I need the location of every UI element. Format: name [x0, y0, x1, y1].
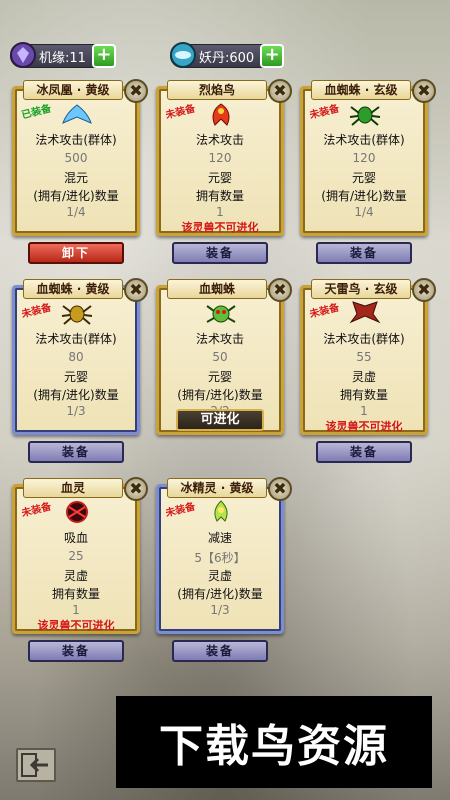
pet-name: 烈焰鸟: [167, 80, 267, 100]
equip-button[interactable]: 装备: [172, 640, 268, 662]
fire-bird-icon: [203, 101, 239, 127]
realm: 灵虚: [63, 569, 88, 583]
close-icon[interactable]: ✖: [268, 79, 292, 103]
realm: 混元: [63, 171, 88, 185]
skill-type: 法术攻击: [195, 133, 244, 147]
equip-button[interactable]: 装备: [28, 441, 124, 463]
close-icon[interactable]: ✖: [412, 79, 436, 103]
pet-name: 血蜘蛛: [167, 279, 267, 299]
pet-card[interactable]: 天雷鸟 · 玄级 ✖ 未装备法术攻击(群体) 55 灵虚拥有数量 1 该灵兽不可进化: [300, 278, 436, 435]
skill-type: 法术攻击(群体): [35, 133, 117, 147]
luck-counter: 机缘:11 +: [9, 41, 116, 69]
pet-name: 天雷鸟 · 玄级: [311, 279, 411, 299]
skill-type: 吸血: [63, 531, 88, 545]
count-label: (拥有/进化)数量: [321, 189, 407, 203]
demon-pill-label: 妖丹:600: [199, 50, 255, 66]
pet-name: 血蜘蛛 · 黄级: [23, 279, 123, 299]
count-label: (拥有/进化)数量: [33, 189, 119, 203]
realm: 元婴: [351, 171, 376, 185]
blood-spirit-icon: [59, 499, 95, 525]
count-label: (拥有/进化)数量: [177, 587, 263, 601]
realm: 灵虚: [351, 370, 376, 384]
close-icon[interactable]: ✖: [412, 278, 436, 302]
skill-type: 减速: [207, 531, 232, 545]
count-value: 1/4: [66, 205, 86, 219]
count-value: 1: [72, 603, 80, 617]
equip-status-stamp: 未装备: [164, 501, 197, 520]
pet-card[interactable]: 冰凤凰 · 黄级 ✖ 已装备法术攻击(群体) 500 混元 (拥有/进化)数量 1/4: [12, 79, 148, 236]
equip-button[interactable]: 装备: [28, 640, 124, 662]
count-label: 拥有数量: [339, 388, 388, 402]
equip-status-stamp: 未装备: [20, 302, 53, 321]
count-label: 拥有数量: [195, 189, 244, 203]
equip-status-stamp: 已装备: [20, 103, 53, 122]
skill-value: 5【6秒】: [194, 551, 246, 565]
close-icon[interactable]: ✖: [268, 477, 292, 501]
close-icon[interactable]: ✖: [124, 477, 148, 501]
evolve-warning: 该灵兽不可进化: [181, 221, 259, 234]
evolve-warning: 该灵兽不可进化: [325, 420, 403, 433]
unequip-button[interactable]: 卸下: [28, 242, 124, 264]
demon-pill-counter: 妖丹:600 +: [169, 41, 285, 69]
equip-status-stamp: 未装备: [308, 103, 341, 122]
red-spider-icon: [203, 300, 239, 326]
equip-status-stamp: 未装备: [308, 302, 341, 321]
skill-value: 120: [352, 151, 376, 165]
pet-name: 冰精灵 · 黄级: [167, 478, 267, 498]
realm: 元婴: [207, 171, 232, 185]
count-value: 1/4: [354, 205, 374, 219]
count-value: 1/3: [66, 404, 86, 418]
ad-banner[interactable]: 下载鸟资源: [116, 696, 432, 788]
count-label: 拥有数量: [51, 587, 100, 601]
count-label: (拥有/进化)数量: [177, 388, 263, 402]
pet-name: 血蜘蛛 · 玄级: [311, 80, 411, 100]
equip-button[interactable]: 装备: [316, 441, 412, 463]
green-spider-icon: [347, 101, 383, 127]
phoenix-icon: [59, 101, 95, 127]
realm: 灵虚: [207, 569, 232, 583]
pet-card[interactable]: 血灵 ✖ 未装备 吸血 25 灵虚拥有数量 1 该灵兽不可进化: [12, 477, 148, 634]
equip-button[interactable]: 装备: [316, 242, 412, 264]
pet-card[interactable]: 血蜘蛛 · 黄级 ✖ 未装备法术攻击(群体) 80 元婴 (拥有/进化)数量 1/3: [12, 278, 148, 435]
pet-card[interactable]: 烈焰鸟 ✖ 未装备法术攻击 120 元婴拥有数量 1 该灵兽不可进化: [156, 79, 292, 236]
equip-button[interactable]: 装备: [172, 242, 268, 264]
eagle-icon: [347, 300, 383, 326]
count-value: 1: [216, 205, 224, 219]
close-icon[interactable]: ✖: [124, 278, 148, 302]
gem-icon: [9, 41, 37, 69]
skill-value: 50: [212, 350, 228, 364]
skill-value: 55: [356, 350, 372, 364]
close-icon[interactable]: ✖: [124, 79, 148, 103]
evolve-button[interactable]: 可进化: [176, 409, 264, 431]
count-value: 1/3: [210, 603, 230, 617]
realm: 元婴: [63, 370, 88, 384]
spider-icon: [59, 300, 95, 326]
luck-label: 机缘:11: [39, 50, 86, 66]
skill-type: 法术攻击: [195, 332, 244, 346]
pet-card[interactable]: 冰精灵 · 黄级 ✖ 未装备 减速 5【6秒】灵虚 (拥有/进化)数量 1/3: [156, 477, 292, 634]
skill-value: 120: [208, 151, 232, 165]
skill-value: 500: [64, 151, 88, 165]
skill-type: 法术攻击(群体): [323, 332, 405, 346]
pill-icon: [169, 41, 197, 69]
pet-card[interactable]: 血蜘蛛 · 玄级 ✖ 未装备法术攻击(群体) 120 元婴 (拥有/进化)数量 1/4: [300, 79, 436, 236]
pet-name: 血灵: [23, 478, 123, 498]
count-label: (拥有/进化)数量: [33, 388, 119, 402]
exit-icon[interactable]: [16, 748, 56, 782]
close-icon[interactable]: ✖: [268, 278, 292, 302]
skill-value: 25: [68, 549, 84, 563]
skill-type: 法术攻击(群体): [323, 133, 405, 147]
skill-value: 80: [68, 350, 84, 364]
count-value: 1: [360, 404, 368, 418]
add-pill-button[interactable]: +: [260, 44, 285, 68]
skill-type: 法术攻击(群体): [35, 332, 117, 346]
ice-sprite-icon: [203, 499, 239, 525]
pet-name: 冰凤凰 · 黄级: [23, 80, 123, 100]
realm: 元婴: [207, 370, 232, 384]
equip-status-stamp: 未装备: [20, 501, 53, 520]
add-luck-button[interactable]: +: [91, 44, 116, 68]
evolve-warning: 该灵兽不可进化: [37, 619, 115, 632]
equip-status-stamp: 未装备: [164, 103, 197, 122]
